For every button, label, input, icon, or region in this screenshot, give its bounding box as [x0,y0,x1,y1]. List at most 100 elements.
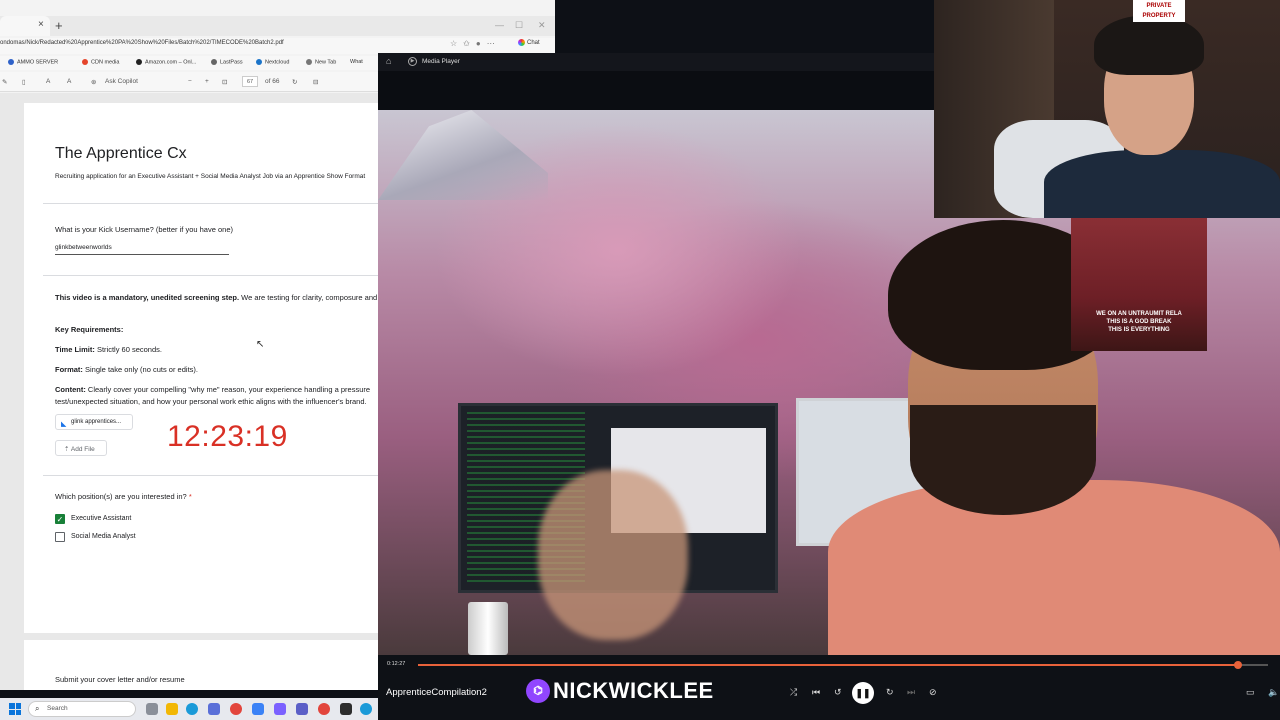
checkbox-executive-assistant[interactable]: ✓ [55,514,65,524]
bookmark-item[interactable]: What [350,59,363,65]
poster-line-3: THIS IS EVERYTHING [1108,327,1170,333]
address-actions: ☆✩●⋯ [450,39,501,48]
two-page-icon[interactable]: ⊟ [313,78,318,86]
person-beard [910,405,1096,515]
add-file-label: Add File [70,446,95,453]
player-controls: ApprenticeCompilation2 ⌬ NICKWICKLEE ⤮ ⏮ … [378,675,1280,720]
content-line-1: Content: Clearly cover your compelling "… [55,385,370,394]
form-title: The Apprentice Cx [55,145,187,162]
option-label-social-media-analyst: Social Media Analyst [71,533,136,540]
maximize-icon[interactable]: ☐ [515,20,523,31]
chrome-icon[interactable] [230,703,242,715]
chat-label: Chat [527,40,540,47]
file-explorer-icon[interactable] [166,703,178,715]
timecode-overlay: 12:23:19 [167,420,288,453]
file-name: glink apprentices... [71,419,122,425]
webcam-shirt [1044,150,1280,218]
poster-text: WE ON AN UNTRAUMIT RELA THIS IS A GOD BR… [1077,310,1201,334]
copilot-icon [518,39,525,46]
seek-bar[interactable]: 0:12:27 [378,655,1280,675]
poster-line-2: THIS IS A GOD BREAK [1106,319,1172,325]
required-mark: * [188,492,192,501]
fit-page-icon[interactable]: ⊡ [222,78,227,86]
miniplayer-icon[interactable]: ▭ [1246,687,1255,698]
content-value-1: Clearly cover your compelling "why me" r… [85,385,371,394]
previous-icon[interactable]: ⏮ [812,687,820,698]
browser-tab[interactable]: × [0,16,50,36]
chat-button[interactable]: Chat [518,39,540,46]
rewind-icon[interactable]: ↺ [834,687,842,698]
new-tab-icon[interactable]: + [55,18,63,33]
taskbar: ⌕ Search [0,698,378,720]
bookmark-icon [306,59,312,65]
seek-track[interactable] [418,661,1268,669]
sign-line-1: PRIVATE [1146,3,1172,9]
bookmark-icon [211,59,217,65]
read-aloud-icon[interactable]: A [67,78,71,85]
draw-icon[interactable]: ✎ [2,78,7,86]
text-size-icon[interactable]: A [46,78,50,85]
taskbar-search[interactable]: ⌕ Search [28,701,136,717]
mountain-backdrop [378,110,548,200]
rotate-icon[interactable]: ↻ [292,78,297,86]
edge-icon[interactable] [360,703,372,715]
bookmark-label: Amazon.com – Onl... [145,59,197,66]
forward-icon[interactable]: ↻ [886,687,894,698]
app-icon[interactable] [274,703,286,715]
pause-button[interactable]: ❚❚ [852,682,874,704]
store-icon[interactable] [208,703,220,715]
format: Format: Single take only (no cuts or edi… [55,365,198,374]
seek-handle[interactable] [1234,661,1243,669]
repeat-off-icon[interactable]: ⊘ [929,687,937,698]
favorites-icon[interactable]: ✩ [463,39,476,48]
home-icon[interactable]: ⌂ [386,56,391,66]
bookmark-item[interactable]: Amazon.com – Onl... [136,59,196,65]
bookmark-item[interactable]: New Tab [306,59,336,65]
bookmark-icon [8,59,14,65]
app-icon[interactable] [340,703,352,715]
divider [43,203,383,204]
close-window-icon[interactable]: ✕ [538,20,546,31]
task-view-icon[interactable] [146,703,158,715]
bookmark-icon [82,59,88,65]
edge-icon[interactable] [186,703,198,715]
close-tab-icon[interactable]: × [38,19,44,30]
shuffle-icon[interactable]: ⤮ [790,687,797,698]
bookmark-item[interactable]: CDN media [82,59,119,65]
video-intro-bold: This video is a mandatory, unedited scre… [55,293,240,302]
zoom-in-icon[interactable]: + [205,78,209,85]
bookmark-item[interactable]: Nextcloud [256,59,289,65]
teams-icon[interactable] [296,703,308,715]
volume-icon[interactable]: 🔈 [1268,687,1279,698]
profile-icon[interactable]: ● [476,39,487,48]
bookmark-icon [256,59,262,65]
star-icon[interactable]: ☆ [450,39,463,48]
page-number-input[interactable]: 67 [242,76,258,87]
bookmark-item[interactable]: AMMO SERVER [8,59,58,65]
position-question: Which position(s) are you interested in?… [55,492,192,501]
wall-poster: WE ON AN UNTRAUMIT RELA THIS IS A GOD BR… [1071,218,1207,351]
time-limit-label: Time Limit: [55,345,95,354]
next-icon[interactable]: ⏭ [907,687,915,698]
video-file-icon: ◣ [61,421,67,428]
bookmark-item[interactable]: LastPass [211,59,243,65]
more-icon[interactable]: ⋯ [487,39,501,48]
divider [43,475,383,476]
add-file-button[interactable]: ⇡ Add File [55,440,107,456]
divider [43,275,383,276]
app-icon[interactable] [252,703,264,715]
checkbox-social-media-analyst[interactable] [55,532,65,542]
view-icon[interactable]: ▯ [22,78,26,86]
uploaded-file-chip[interactable]: ◣ glink apprentices... [55,414,133,430]
minimize-icon[interactable]: — [495,20,504,30]
desktop: × + — ☐ ✕ ondomas/Nick/Redacted%20Appren… [0,0,1280,720]
url-text[interactable]: ondomas/Nick/Redacted%20Apprentice%20PA%… [0,40,284,46]
zoom-out-icon[interactable]: − [188,78,192,85]
kick-answer: glinkbetweenworlds [55,244,229,255]
windows-start-icon[interactable] [9,703,21,715]
chrome-icon[interactable] [318,703,330,715]
bookmark-label: What [350,59,363,65]
copilot-small-icon[interactable]: ⊛ [91,78,96,86]
address-bar[interactable]: ondomas/Nick/Redacted%20Apprentice%20PA%… [0,38,555,54]
ask-copilot-button[interactable]: Ask Copilot [105,78,138,85]
